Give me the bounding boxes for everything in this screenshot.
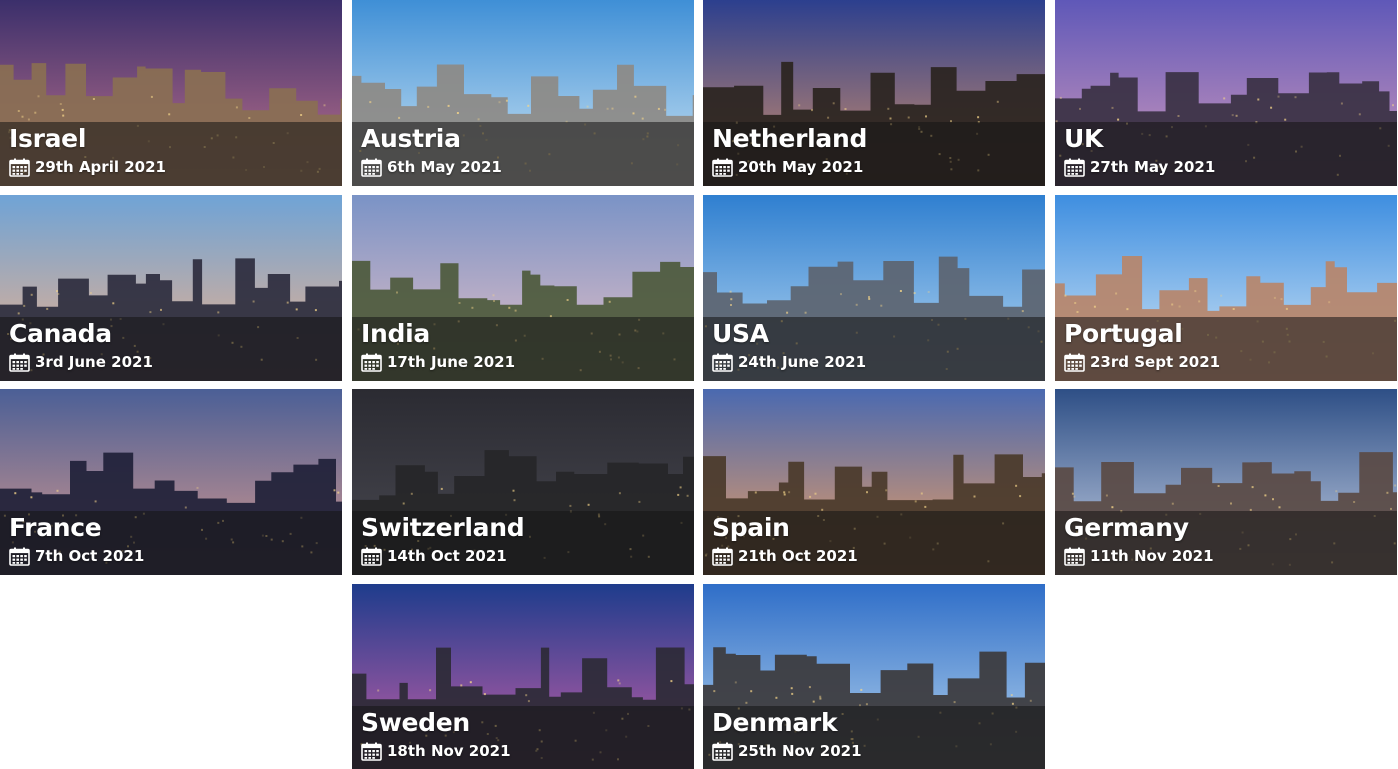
tour-caption: India 17th June 2021 <box>352 317 694 381</box>
tour-card-uk[interactable]: UK 27th May 2021 <box>1055 0 1397 186</box>
tour-country-name[interactable]: Spain <box>712 513 1037 543</box>
tour-caption: Canada 3rd June 2021 <box>0 317 342 381</box>
tour-date-row: 14th Oct 2021 <box>361 544 686 568</box>
tour-caption: France 7th Oct 2021 <box>0 511 342 575</box>
tour-caption: Denmark 25th Nov 2021 <box>703 706 1045 769</box>
tour-country-name[interactable]: Canada <box>9 319 334 349</box>
calendar-icon <box>712 158 733 177</box>
calendar-icon <box>361 742 382 761</box>
tour-caption: Spain 21th Oct 2021 <box>703 511 1045 575</box>
calendar-icon <box>712 353 733 372</box>
tour-card-denmark[interactable]: Denmark 25th Nov 2021 <box>703 584 1045 769</box>
tour-date-row: 21th Oct 2021 <box>712 544 1037 568</box>
tour-card-usa[interactable]: USA 24th June 2021 <box>703 195 1045 381</box>
tour-country-name[interactable]: UK <box>1064 124 1389 154</box>
tour-date-row: 20th May 2021 <box>712 155 1037 179</box>
tour-country-name[interactable]: USA <box>712 319 1037 349</box>
calendar-icon <box>9 158 30 177</box>
calendar-icon <box>1064 547 1085 566</box>
tour-card-canada[interactable]: Canada 3rd June 2021 <box>0 195 342 381</box>
tour-country-name[interactable]: Sweden <box>361 708 686 738</box>
tour-caption: Portugal 23rd Sept 2021 <box>1055 317 1397 381</box>
calendar-icon <box>1064 158 1085 177</box>
calendar-icon <box>361 547 382 566</box>
tour-date-row: 6th May 2021 <box>361 155 686 179</box>
tour-card-portugal[interactable]: Portugal 23rd Sept 2021 <box>1055 195 1397 381</box>
tour-country-name[interactable]: India <box>361 319 686 349</box>
tour-country-name[interactable]: France <box>9 513 334 543</box>
tour-date: 29th April 2021 <box>35 157 166 176</box>
tour-card-netherland[interactable]: Netherland 20th May 2021 <box>703 0 1045 186</box>
calendar-icon <box>712 547 733 566</box>
tour-date: 6th May 2021 <box>387 157 502 176</box>
tour-date: 18th Nov 2021 <box>387 741 511 760</box>
tour-card-austria[interactable]: Austria 6th May 2021 <box>352 0 694 186</box>
tour-caption: Israel 29th April 2021 <box>0 122 342 186</box>
tour-card-israel[interactable]: Israel 29th April 2021 <box>0 0 342 186</box>
tour-date-row: 27th May 2021 <box>1064 155 1389 179</box>
calendar-icon <box>361 158 382 177</box>
tour-date-row: 23rd Sept 2021 <box>1064 350 1389 374</box>
tour-date-row: 24th June 2021 <box>712 350 1037 374</box>
tour-caption: UK 27th May 2021 <box>1055 122 1397 186</box>
calendar-icon <box>712 742 733 761</box>
tour-caption: Switzerland 14th Oct 2021 <box>352 511 694 575</box>
tour-date: 25th Nov 2021 <box>738 741 862 760</box>
tour-date-row: 29th April 2021 <box>9 155 334 179</box>
tour-caption: Germany 11th Nov 2021 <box>1055 511 1397 575</box>
tour-card-france[interactable]: France 7th Oct 2021 <box>0 389 342 575</box>
tour-country-name[interactable]: Israel <box>9 124 334 154</box>
tour-country-name[interactable]: Denmark <box>712 708 1037 738</box>
tour-card-sweden[interactable]: Sweden 18th Nov 2021 <box>352 584 694 769</box>
tour-date: 7th Oct 2021 <box>35 546 145 565</box>
tour-date: 24th June 2021 <box>738 352 867 371</box>
tour-country-name[interactable]: Switzerland <box>361 513 686 543</box>
tour-card-india[interactable]: India 17th June 2021 <box>352 195 694 381</box>
tour-caption: USA 24th June 2021 <box>703 317 1045 381</box>
tour-date: 21th Oct 2021 <box>738 546 858 565</box>
tour-country-name[interactable]: Germany <box>1064 513 1389 543</box>
tour-date: 3rd June 2021 <box>35 352 153 371</box>
calendar-icon <box>1064 353 1085 372</box>
tour-date: 23rd Sept 2021 <box>1090 352 1221 371</box>
tour-date-row: 3rd June 2021 <box>9 350 334 374</box>
tour-caption: Austria 6th May 2021 <box>352 122 694 186</box>
tour-card-switzerland[interactable]: Switzerland 14th Oct 2021 <box>352 389 694 575</box>
tour-caption: Netherland 20th May 2021 <box>703 122 1045 186</box>
tour-date: 14th Oct 2021 <box>387 546 507 565</box>
tour-card-germany[interactable]: Germany 11th Nov 2021 <box>1055 389 1397 575</box>
calendar-icon <box>9 353 30 372</box>
calendar-icon <box>361 353 382 372</box>
calendar-icon <box>9 547 30 566</box>
tour-country-name[interactable]: Netherland <box>712 124 1037 154</box>
tour-date-row: 17th June 2021 <box>361 350 686 374</box>
tour-date: 27th May 2021 <box>1090 157 1216 176</box>
tour-country-name[interactable]: Austria <box>361 124 686 154</box>
tour-date-row: 11th Nov 2021 <box>1064 544 1389 568</box>
tour-date-row: 18th Nov 2021 <box>361 739 686 763</box>
tour-date: 17th June 2021 <box>387 352 516 371</box>
tour-date: 20th May 2021 <box>738 157 864 176</box>
tour-card-spain[interactable]: Spain 21th Oct 2021 <box>703 389 1045 575</box>
tour-country-name[interactable]: Portugal <box>1064 319 1389 349</box>
tour-caption: Sweden 18th Nov 2021 <box>352 706 694 769</box>
tour-date-row: 7th Oct 2021 <box>9 544 334 568</box>
tour-date-row: 25th Nov 2021 <box>712 739 1037 763</box>
tour-date: 11th Nov 2021 <box>1090 546 1214 565</box>
